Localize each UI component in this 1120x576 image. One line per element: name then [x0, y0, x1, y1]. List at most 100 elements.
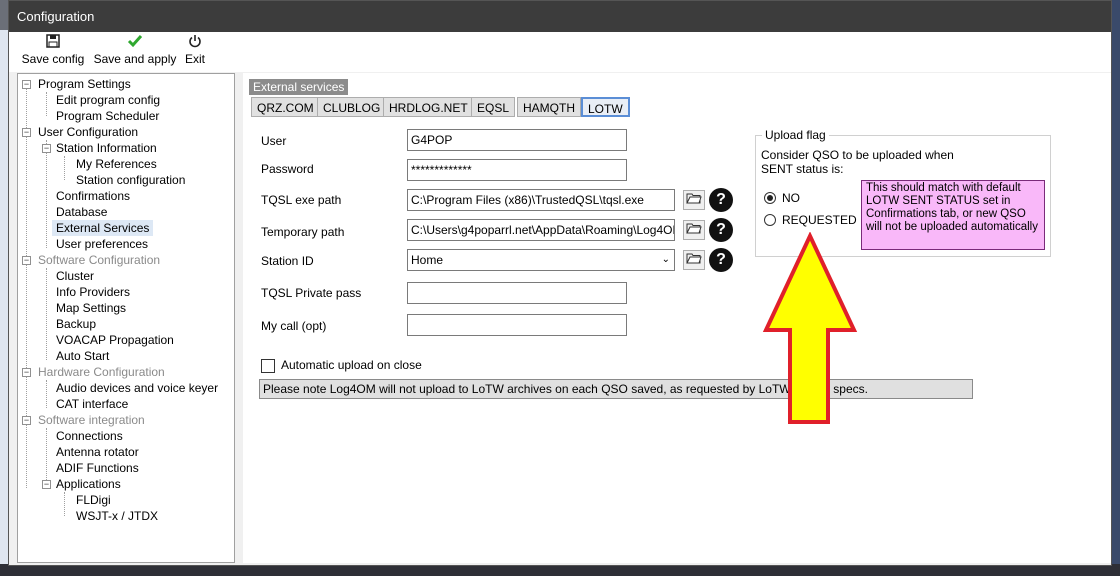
browse-station-button[interactable] — [683, 250, 705, 270]
collapse-toggle-software-configuration[interactable]: − — [22, 256, 31, 265]
toolbar: Save config Save and apply Exit — [9, 32, 1111, 72]
collapse-toggle-program-settings[interactable]: − — [22, 80, 31, 89]
tree-item-hardware-configuration[interactable]: Hardware Configuration — [38, 364, 165, 380]
tab-hrdlog[interactable]: HRDLOG.NET — [383, 97, 474, 117]
tab-eqsl[interactable]: EQSL — [471, 97, 516, 117]
collapse-toggle-applications[interactable]: − — [42, 480, 51, 489]
tree-connector — [64, 492, 65, 516]
tree-item-cluster[interactable]: Cluster — [56, 268, 94, 284]
tree-item-fldigi[interactable]: FLDigi — [76, 492, 111, 508]
browse-temporary-folder-button[interactable] — [683, 220, 705, 240]
external-services-panel: External services QRZ.COM CLUBLOG HRDLOG… — [243, 73, 1111, 563]
radio-no-label: NO — [782, 191, 800, 205]
tree-item-software-integration[interactable]: Software integration — [38, 412, 145, 428]
collapse-toggle-software-integration[interactable]: − — [22, 416, 31, 425]
tree-item-antenna-rotator[interactable]: Antenna rotator — [56, 444, 139, 460]
tree-item-map-settings[interactable]: Map Settings — [56, 300, 126, 316]
tree-item-audio-devices[interactable]: Audio devices and voice keyer — [56, 380, 218, 396]
collapse-toggle-station-information[interactable]: − — [42, 144, 51, 153]
desktop-background-right — [1112, 0, 1120, 576]
tree-connector — [26, 88, 27, 488]
lotw-upload-note: Please note Log4OM will not upload to Lo… — [259, 379, 973, 399]
folder-icon — [686, 223, 702, 234]
tab-qrz[interactable]: QRZ.COM — [251, 97, 320, 117]
radio-no[interactable] — [764, 192, 776, 204]
collapse-toggle-hardware-configuration[interactable]: − — [22, 368, 31, 377]
browse-tqsl-folder-button[interactable] — [683, 190, 705, 210]
my-call-field[interactable] — [407, 314, 627, 336]
folder-icon — [686, 253, 702, 264]
tree-item-wsjt-jtdx[interactable]: WSJT-x / JTDX — [76, 508, 158, 524]
tree-item-external-services[interactable]: External Services — [52, 220, 154, 236]
station-id-select[interactable]: Home ⌄ — [407, 249, 675, 271]
tree-item-backup[interactable]: Backup — [56, 316, 96, 332]
title-bar[interactable]: Configuration — [9, 1, 1111, 32]
tree-item-user-configuration[interactable]: User Configuration — [38, 124, 138, 140]
password-label: Password — [261, 162, 314, 176]
tqsl-exe-path-label: TQSL exe path — [261, 193, 342, 207]
tree-item-program-scheduler[interactable]: Program Scheduler — [56, 108, 159, 124]
collapse-toggle-user-configuration[interactable]: − — [22, 128, 31, 137]
green-check-icon — [93, 34, 177, 52]
exit-button[interactable]: Exit — [181, 34, 209, 70]
tree-item-user-preferences[interactable]: User preferences — [56, 236, 148, 252]
save-and-apply-button[interactable]: Save and apply — [93, 34, 177, 70]
temporary-path-help-icon[interactable]: ? — [709, 218, 733, 242]
save-and-apply-label: Save and apply — [93, 52, 177, 66]
upload-flag-warning-note: This should match with default LOTW SENT… — [861, 180, 1045, 250]
radio-requested[interactable] — [764, 214, 776, 226]
automatic-upload-checkbox[interactable] — [261, 359, 275, 373]
tqsl-exe-path-field[interactable]: C:\Program Files (x86)\TrustedQSL\tqsl.e… — [407, 189, 675, 211]
tree-item-my-references[interactable]: My References — [76, 156, 157, 172]
temporary-path-field[interactable]: C:\Users\g4poparrl.net\AppData\Roaming\L… — [407, 219, 675, 241]
upload-flag-legend: Upload flag — [762, 128, 829, 142]
station-id-help-icon[interactable]: ? — [709, 248, 733, 272]
tab-clublog[interactable]: CLUBLOG — [317, 97, 387, 117]
tqsl-help-icon[interactable]: ? — [709, 188, 733, 212]
tqsl-private-pass-label: TQSL Private pass — [261, 286, 362, 300]
annotation-arrow-icon — [762, 232, 858, 424]
tab-hamqth[interactable]: HAMQTH — [517, 97, 581, 117]
power-icon — [181, 34, 209, 52]
password-field[interactable]: ************* — [407, 159, 627, 181]
my-call-label: My call (opt) — [261, 319, 327, 333]
exit-label: Exit — [184, 52, 205, 66]
tree-connector — [46, 380, 47, 408]
upload-flag-description: Consider QSO to be uploaded when SENT st… — [761, 148, 954, 176]
configuration-window: Configuration Save config Save and apply… — [8, 0, 1112, 566]
tree-item-confirmations[interactable]: Confirmations — [56, 188, 130, 204]
tree-item-applications[interactable]: Applications — [56, 476, 121, 492]
chevron-down-icon: ⌄ — [661, 254, 670, 265]
tree-item-info-providers[interactable]: Info Providers — [56, 284, 130, 300]
tab-lotw[interactable]: LOTW — [581, 97, 630, 117]
tree-connector — [46, 268, 47, 360]
radio-requested-label: REQUESTED — [782, 213, 857, 227]
tree-connector — [46, 92, 47, 116]
tree-item-cat-interface[interactable]: CAT interface — [56, 396, 128, 412]
tree-item-voacap-propagation[interactable]: VOACAP Propagation — [56, 332, 174, 348]
tree-connector — [46, 140, 47, 248]
tree-item-station-configuration[interactable]: Station configuration — [76, 172, 185, 188]
user-field[interactable]: G4POP — [407, 129, 627, 151]
tree-item-adif-functions[interactable]: ADIF Functions — [56, 460, 139, 476]
save-config-button[interactable]: Save config — [21, 34, 85, 70]
tree-item-auto-start[interactable]: Auto Start — [56, 348, 109, 364]
floppy-disk-icon — [21, 34, 85, 52]
external-services-group-label: External services — [249, 79, 349, 95]
tree-item-database[interactable]: Database — [56, 204, 107, 220]
station-id-label: Station ID — [261, 254, 314, 268]
folder-icon — [686, 193, 702, 204]
tree-item-program-settings[interactable]: Program Settings — [38, 76, 131, 92]
tree-item-edit-program-config[interactable]: Edit program config — [56, 92, 160, 108]
station-id-value: Home — [411, 253, 444, 267]
settings-tree: − Program Settings Edit program config P… — [17, 73, 235, 563]
save-config-label: Save config — [21, 52, 85, 66]
tqsl-private-pass-field[interactable] — [407, 282, 627, 304]
temporary-path-label: Temporary path — [261, 225, 345, 239]
tree-item-connections[interactable]: Connections — [56, 428, 123, 444]
window-title: Configuration — [17, 9, 95, 24]
user-label: User — [261, 134, 287, 148]
tree-item-software-configuration[interactable]: Software Configuration — [38, 252, 160, 268]
automatic-upload-label: Automatic upload on close — [281, 358, 422, 372]
tree-item-station-information[interactable]: Station Information — [56, 140, 157, 156]
